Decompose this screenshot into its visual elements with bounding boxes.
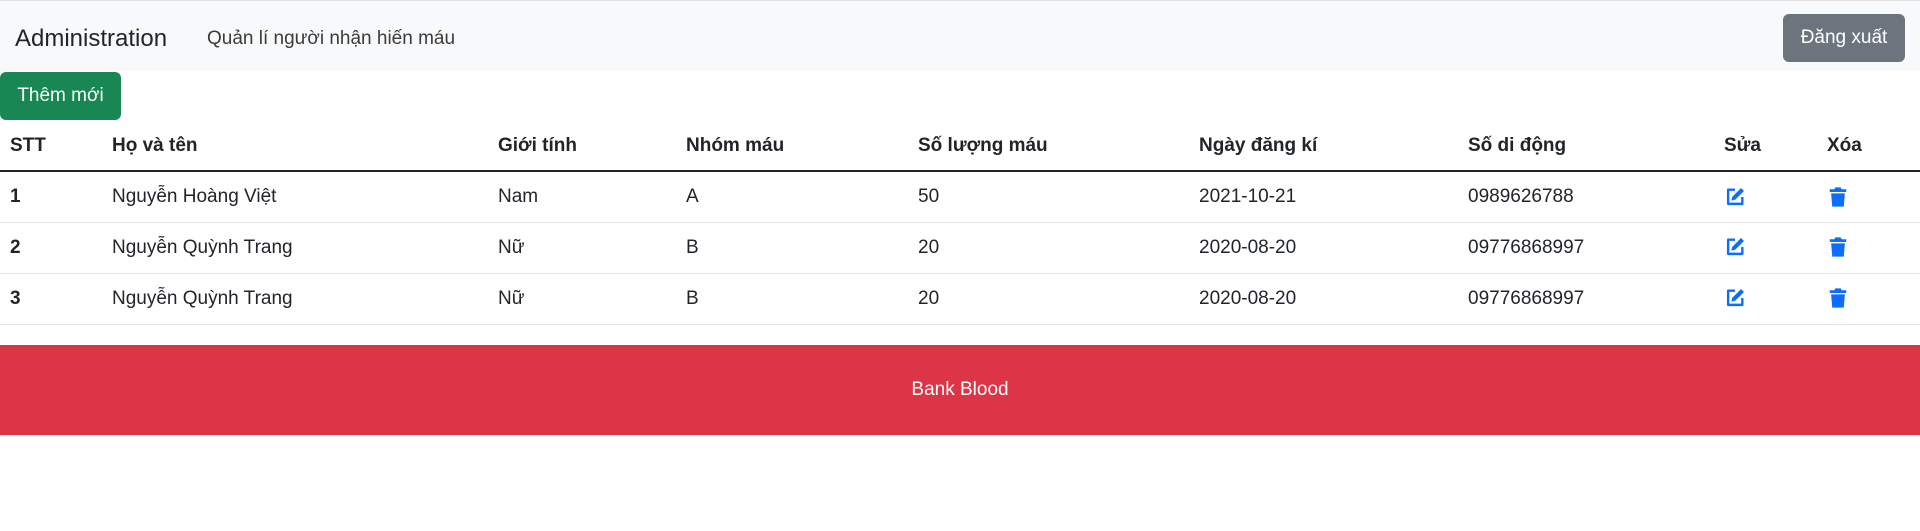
cell-edit: [1714, 222, 1817, 274]
trash-icon[interactable]: [1827, 287, 1849, 309]
edit-icon[interactable]: [1724, 287, 1746, 309]
cell-stt: 2: [0, 222, 102, 274]
logout-button[interactable]: Đăng xuất: [1783, 14, 1905, 62]
cell-stt: 3: [0, 273, 102, 325]
cell-amount: 50: [908, 171, 1189, 223]
cell-delete: [1817, 273, 1920, 325]
cell-gender: Nữ: [488, 273, 676, 325]
header-name: Họ và tên: [102, 121, 488, 172]
cell-gender: Nam: [488, 171, 676, 223]
cell-name: Nguyễn Quỳnh Trang: [102, 222, 488, 274]
header-date: Ngày đăng kí: [1189, 121, 1458, 172]
brand-title[interactable]: Administration: [15, 25, 167, 53]
table-row: 1 Nguyễn Hoàng Việt Nam A 50 2021-10-21 …: [0, 171, 1920, 223]
cell-name: Nguyễn Quỳnh Trang: [102, 273, 488, 325]
header-amount: Số lượng máu: [908, 121, 1189, 172]
cell-blood-group: A: [676, 171, 908, 223]
cell-blood-group: B: [676, 222, 908, 274]
trash-icon[interactable]: [1827, 236, 1849, 258]
top-navbar: Administration Quản lí người nhận hiến m…: [0, 0, 1920, 71]
cell-gender: Nữ: [488, 222, 676, 274]
cell-edit: [1714, 171, 1817, 223]
footer-banner: Bank Blood: [0, 345, 1920, 435]
table-row: 3 Nguyễn Quỳnh Trang Nữ B 20 2020-08-20 …: [0, 273, 1920, 325]
header-delete: Xóa: [1817, 121, 1920, 172]
nav-link-recipients[interactable]: Quản lí người nhận hiến máu: [207, 27, 455, 51]
recipients-table: STT Họ và tên Giới tính Nhóm máu Số lượn…: [0, 121, 1920, 325]
cell-delete: [1817, 171, 1920, 223]
header-blood-group: Nhóm máu: [676, 121, 908, 172]
cell-blood-group: B: [676, 273, 908, 325]
edit-icon[interactable]: [1724, 186, 1746, 208]
cell-name: Nguyễn Hoàng Việt: [102, 171, 488, 223]
cell-phone: 0989626788: [1458, 171, 1714, 223]
trash-icon[interactable]: [1827, 186, 1849, 208]
edit-icon[interactable]: [1724, 236, 1746, 258]
header-gender: Giới tính: [488, 121, 676, 172]
table-header-row: STT Họ và tên Giới tính Nhóm máu Số lượn…: [0, 121, 1920, 172]
footer-text: Bank Blood: [911, 379, 1009, 400]
cell-edit: [1714, 273, 1817, 325]
header-stt: STT: [0, 121, 102, 172]
cell-phone: 09776868997: [1458, 273, 1714, 325]
cell-phone: 09776868997: [1458, 222, 1714, 274]
header-phone: Số di động: [1458, 121, 1714, 172]
header-edit: Sửa: [1714, 121, 1817, 172]
cell-amount: 20: [908, 273, 1189, 325]
cell-date: 2021-10-21: [1189, 171, 1458, 223]
cell-stt: 1: [0, 171, 102, 223]
cell-date: 2020-08-20: [1189, 222, 1458, 274]
cell-delete: [1817, 222, 1920, 274]
cell-amount: 20: [908, 222, 1189, 274]
cell-date: 2020-08-20: [1189, 273, 1458, 325]
add-new-button[interactable]: Thêm mới: [0, 72, 121, 120]
table-row: 2 Nguyễn Quỳnh Trang Nữ B 20 2020-08-20 …: [0, 222, 1920, 274]
